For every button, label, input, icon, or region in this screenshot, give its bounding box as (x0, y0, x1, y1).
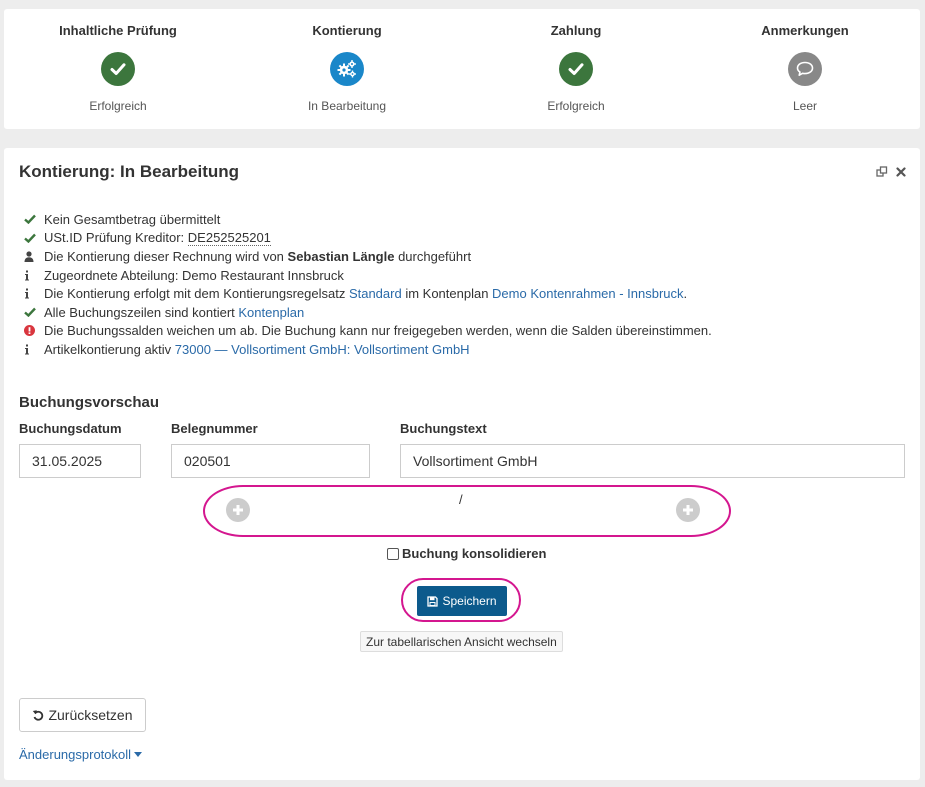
info-text: USt.ID Prüfung Kreditor: (44, 230, 188, 246)
step-status: Leer (792, 99, 818, 113)
ruleset-link[interactable]: Standard (349, 286, 402, 301)
kontenplan-link[interactable]: Kontenplan (238, 305, 304, 320)
step-status: Erfolgreich (547, 99, 605, 113)
booking-date-field[interactable]: 31.05.2025 (19, 444, 141, 478)
info-icon (24, 270, 44, 281)
kontierung-panel: Kontierung: In Bearbeitung Kein Gesamtbe… (4, 148, 920, 780)
user-icon (24, 251, 44, 262)
change-log-link[interactable]: Änderungsprotokoll (19, 747, 143, 762)
document-number-field[interactable]: 020501 (171, 444, 370, 478)
workflow-steps: Inhaltliche Prüfung Erfolgreich Kontieru… (4, 9, 920, 129)
undo-icon (33, 710, 44, 721)
vat-id-value[interactable]: DE252525201 (187, 230, 271, 246)
close-icon[interactable] (896, 165, 906, 180)
info-text: Zugeordnete Abteilung: Demo Restaurant I… (44, 267, 344, 283)
check-icon (24, 307, 44, 318)
step-title: Anmerkungen (761, 23, 849, 38)
cogs-icon (330, 52, 364, 86)
check-icon (101, 52, 135, 86)
popout-icon[interactable] (876, 165, 888, 180)
save-label: Speichern (442, 594, 497, 608)
reset-button[interactable]: Zurücksetzen (19, 698, 146, 732)
info-list: Kein Gesamtbetrag übermittelt USt.ID Prü… (24, 210, 712, 359)
list-item: Zugeordnete Abteilung: Demo Restaurant I… (24, 266, 712, 285)
document-number-label: Belegnummer (171, 421, 258, 436)
consolidate-label: Buchung konsolidieren (402, 546, 547, 561)
checkbox[interactable] (387, 547, 399, 560)
booking-date-label: Buchungsdatum (19, 421, 122, 436)
list-item: Artikelkontierung aktiv 73000 — Vollsort… (24, 340, 712, 359)
step-status: Erfolgreich (89, 99, 147, 113)
accountant-name: Sebastian Längle (287, 248, 395, 264)
section-title: Buchungsvorschau (19, 394, 160, 411)
check-icon (559, 52, 593, 86)
info-text: Die Kontierung dieser Rechnung wird von (44, 248, 288, 264)
add-debit-line-icon[interactable] (226, 498, 250, 522)
info-text: Alle Buchungszeilen sind kontiert (44, 304, 239, 320)
save-button[interactable]: Speichern (417, 586, 507, 616)
caret-down-icon (134, 752, 143, 757)
info-text: Kein Gesamtbetrag übermittelt (44, 211, 221, 227)
info-text: Artikelkontierung aktiv (44, 341, 175, 357)
info-text: Die Buchungssalden weichen um ab. Die Bu… (44, 323, 712, 339)
booking-text-field[interactable]: Vollsortiment GmbH (400, 444, 905, 478)
error-icon (24, 325, 44, 337)
step-title: Zahlung (550, 23, 602, 38)
check-icon (24, 233, 44, 243)
list-item: Alle Buchungszeilen sind kontiert Konten… (24, 303, 712, 322)
chart-of-accounts-link[interactable]: Demo Kontenrahmen - Innsbruck (492, 286, 683, 301)
reset-label: Zurücksetzen (48, 707, 133, 723)
list-item: Die Buchungssalden weichen um ab. Die Bu… (24, 322, 712, 341)
step-status: In Bearbeitung (307, 99, 387, 113)
info-text: durchgeführt (394, 248, 472, 264)
list-item: Die Kontierung erfolgt mit dem Kontierun… (24, 284, 712, 303)
balance-separator: / (459, 492, 463, 507)
info-text: . (683, 286, 688, 302)
list-item: USt.ID Prüfung Kreditor: DE252525201 (24, 229, 712, 248)
article-account-link[interactable]: 73000 — Vollsortiment GmbH: Vollsortimen… (175, 342, 470, 357)
info-text: Die Kontierung erfolgt mit dem Kontierun… (44, 286, 349, 302)
consolidate-checkbox[interactable]: Buchung konsolidieren (387, 546, 546, 561)
comment-icon (788, 52, 822, 86)
info-text: im Kontenplan (401, 286, 493, 302)
step-title: Kontierung (312, 23, 382, 38)
step-title: Inhaltliche Prüfung (59, 23, 177, 38)
info-icon (24, 344, 44, 355)
add-credit-line-icon[interactable] (676, 498, 700, 522)
panel-title: Kontierung: In Bearbeitung (19, 162, 240, 181)
booking-text-label: Buchungstext (400, 421, 487, 436)
highlight-ellipse (203, 485, 731, 537)
change-log-label: Änderungsprotokoll (19, 747, 132, 762)
switch-table-view-button[interactable]: Zur tabellarischen Ansicht wechseln (360, 631, 563, 652)
save-icon (427, 595, 439, 607)
window-controls (876, 165, 906, 180)
list-item: Kein Gesamtbetrag übermittelt (24, 210, 712, 229)
list-item: Die Kontierung dieser Rechnung wird von … (24, 247, 712, 266)
info-icon (24, 288, 44, 299)
check-icon (24, 214, 44, 225)
